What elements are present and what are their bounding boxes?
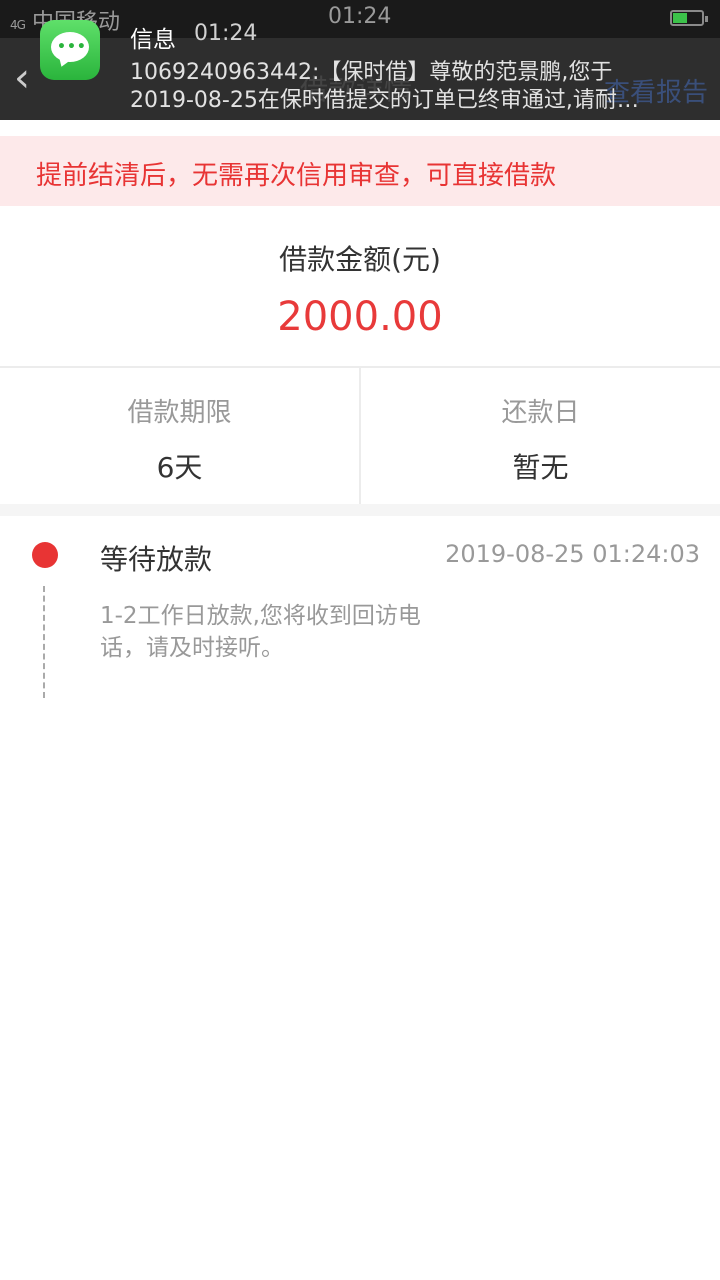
notification-time: 01:24	[194, 21, 258, 46]
messages-icon: •••	[40, 20, 100, 80]
notification-line-2: 2019-08-25在保时借提交的订单已终审通过,请耐…	[130, 88, 639, 113]
timeline-timestamp: 2019-08-25 01:24:03	[445, 540, 700, 568]
sms-notification[interactable]: ••• 信息 01:24 1069240963442:【保时借】尊敬的范景鹏,您…	[0, 0, 720, 118]
term-value: 6天	[156, 451, 203, 484]
timeline-connector	[43, 586, 45, 698]
repay-date-value: 暂无	[512, 451, 569, 484]
timeline-status: 等待放款	[100, 543, 213, 576]
amount-label: 借款金额(元)	[279, 243, 441, 276]
notification-app-name: 信息	[130, 27, 176, 53]
section-gap	[0, 504, 720, 516]
status-timeline: 等待放款 2019-08-25 01:24:03 1-2工作日放款,您将收到回访…	[0, 516, 720, 716]
early-repay-banner: 提前结清后，无需再次信用审查，可直接借款	[0, 136, 720, 206]
repay-date-cell: 还款日 暂无	[361, 368, 720, 504]
repay-date-label: 还款日	[501, 398, 580, 428]
loan-info-row: 借款期限 6天 还款日 暂无	[0, 368, 720, 504]
amount-value: 2000.00	[277, 294, 443, 340]
term-cell: 借款期限 6天	[0, 368, 359, 504]
timeline-description: 1-2工作日放款,您将收到回访电话，请及时接听。	[100, 603, 421, 661]
banner-text: 提前结清后，无需再次信用审查，可直接借款	[36, 161, 557, 191]
loan-amount-section: 借款金额(元) 2000.00	[0, 206, 720, 366]
term-label: 借款期限	[127, 398, 232, 428]
status-dot-icon	[32, 542, 58, 568]
